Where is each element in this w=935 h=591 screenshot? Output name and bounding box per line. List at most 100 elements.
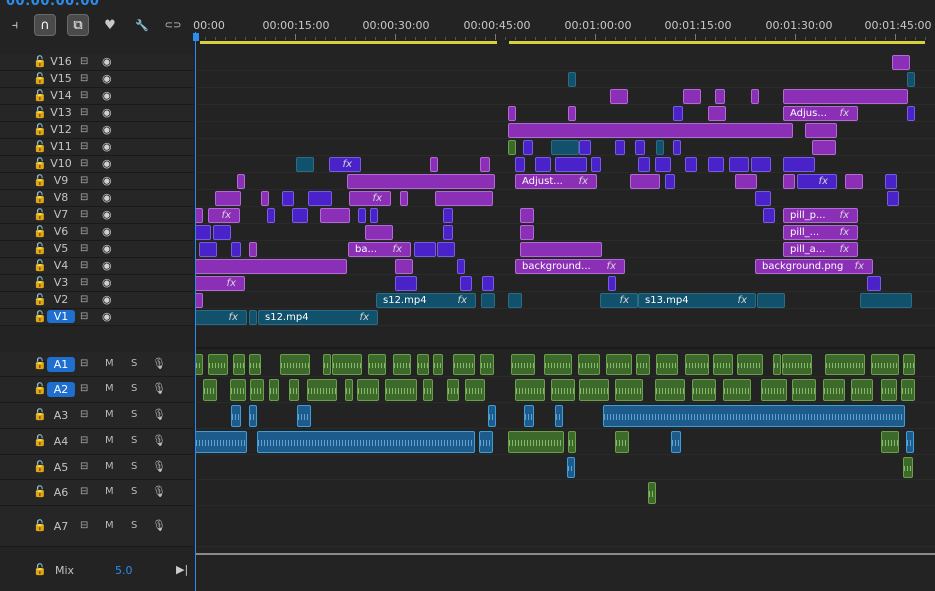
solo-button[interactable]: S	[131, 409, 137, 420]
audio-clip[interactable]	[903, 354, 915, 375]
audio-clip[interactable]	[332, 354, 362, 375]
sync-lock-icon[interactable]: ⊟	[80, 141, 88, 152]
audio-clip[interactable]	[723, 379, 751, 401]
audio-clip[interactable]	[524, 405, 534, 427]
lock-icon[interactable]: 🔓	[33, 259, 47, 272]
captions-icon[interactable]: ⊂⊃	[162, 14, 184, 36]
timecode-display[interactable]: 00:00:00:00	[6, 0, 99, 9]
video-clip[interactable]	[267, 208, 275, 223]
eye-icon[interactable]: ◉	[102, 242, 112, 255]
work-area-bar[interactable]	[509, 41, 925, 44]
linked-selection-icon[interactable]: ⧉	[67, 14, 89, 36]
sync-lock-icon[interactable]: ⊟	[80, 520, 88, 531]
video-clip[interactable]	[296, 157, 314, 172]
video-clip[interactable]	[195, 225, 211, 240]
audio-clip[interactable]	[289, 379, 299, 401]
video-clip[interactable]	[763, 208, 775, 223]
sync-lock-icon[interactable]: ⊟	[80, 175, 88, 186]
audio-clip[interactable]	[368, 354, 386, 375]
video-clip[interactable]	[555, 157, 587, 172]
audio-clip[interactable]	[823, 379, 845, 401]
audio-clip[interactable]	[508, 431, 564, 453]
audio-clip[interactable]	[901, 379, 915, 401]
audio-clip[interactable]	[692, 379, 716, 401]
eye-icon[interactable]: ◉	[102, 259, 112, 272]
video-clip[interactable]	[656, 140, 664, 155]
fx-badge[interactable]: fx	[738, 294, 747, 307]
audio-clip[interactable]	[655, 379, 685, 401]
video-clip[interactable]	[482, 276, 494, 291]
mute-button[interactable]: M	[105, 435, 114, 446]
track-target-a5[interactable]: A5	[47, 460, 75, 475]
track-target-a2[interactable]: A2	[47, 382, 75, 397]
video-clip[interactable]	[308, 191, 332, 206]
audio-clip[interactable]	[488, 405, 496, 427]
video-clip[interactable]: pill_p... fx	[783, 208, 858, 223]
playhead[interactable]	[195, 32, 196, 591]
solo-button[interactable]: S	[131, 520, 137, 531]
video-clip[interactable]	[213, 225, 231, 240]
wrench-settings-icon[interactable]: 🔧	[131, 14, 153, 36]
video-clip[interactable]: s13.mp4 fx	[638, 293, 756, 308]
eye-icon[interactable]: ◉	[102, 55, 112, 68]
solo-button[interactable]: S	[131, 383, 137, 394]
fx-badge[interactable]: fx	[458, 294, 467, 307]
video-clip[interactable]	[887, 191, 899, 206]
audio-clip[interactable]	[479, 431, 493, 453]
audio-clip[interactable]	[782, 354, 812, 375]
lock-icon[interactable]: 🔓	[33, 225, 47, 238]
video-clip[interactable]: background... fx	[515, 259, 625, 274]
track-target-a6[interactable]: A6	[47, 485, 75, 500]
track-body[interactable]	[195, 292, 935, 309]
fx-badge[interactable]: fx	[579, 175, 588, 188]
microphone-icon[interactable]: 🎙	[152, 408, 166, 421]
mute-button[interactable]: M	[105, 358, 114, 369]
solo-button[interactable]: S	[131, 461, 137, 472]
lock-icon[interactable]: 🔓	[33, 140, 47, 153]
audio-clip[interactable]	[297, 405, 311, 427]
audio-clip[interactable]	[231, 405, 241, 427]
track-target-a1[interactable]: A1	[47, 357, 75, 372]
audio-clip[interactable]	[871, 354, 899, 375]
eye-icon[interactable]: ◉	[102, 208, 112, 221]
video-clip[interactable]	[610, 89, 628, 104]
video-clip[interactable]	[481, 293, 495, 308]
audio-clip[interactable]	[881, 379, 897, 401]
video-clip[interactable]	[395, 259, 413, 274]
audio-clip[interactable]	[203, 379, 217, 401]
sync-lock-icon[interactable]: ⊟	[80, 192, 88, 203]
video-clip[interactable]: fx	[195, 310, 247, 325]
video-clip[interactable]	[812, 140, 836, 155]
audio-clip[interactable]	[280, 354, 310, 375]
sync-lock-icon[interactable]: ⊟	[80, 124, 88, 135]
audio-clip[interactable]	[603, 405, 905, 427]
lock-icon[interactable]: 🔓	[33, 357, 47, 370]
video-clip[interactable]	[635, 140, 645, 155]
audio-clip[interactable]	[579, 379, 609, 401]
audio-clip[interactable]	[195, 431, 247, 453]
microphone-icon[interactable]: 🎙	[152, 357, 166, 370]
solo-button[interactable]: S	[131, 435, 137, 446]
audio-clip[interactable]	[568, 431, 576, 453]
video-clip[interactable]: fx	[195, 276, 245, 291]
video-clip[interactable]: ba... fx	[348, 242, 411, 257]
add-marker-icon[interactable]: ♥	[99, 14, 121, 36]
video-clip[interactable]: fx	[208, 208, 240, 223]
video-clip[interactable]	[414, 242, 436, 257]
audio-clip[interactable]	[544, 354, 572, 375]
video-clip[interactable]	[783, 174, 795, 189]
track-target-v3[interactable]: V3	[47, 276, 75, 289]
playhead-handle[interactable]	[193, 33, 199, 41]
video-clip[interactable]	[608, 276, 616, 291]
lock-icon[interactable]: 🔓	[33, 519, 47, 532]
audio-clip[interactable]	[578, 354, 600, 375]
video-clip[interactable]	[237, 174, 245, 189]
video-clip[interactable]	[523, 140, 533, 155]
microphone-icon[interactable]: 🎙	[152, 382, 166, 395]
track-target-v8[interactable]: V8	[47, 191, 75, 204]
mix-volume-line[interactable]	[195, 553, 935, 555]
video-clip[interactable]: fx	[329, 157, 361, 172]
video-clip[interactable]	[199, 242, 217, 257]
video-clip[interactable]	[437, 242, 455, 257]
fx-badge[interactable]: fx	[343, 158, 352, 171]
